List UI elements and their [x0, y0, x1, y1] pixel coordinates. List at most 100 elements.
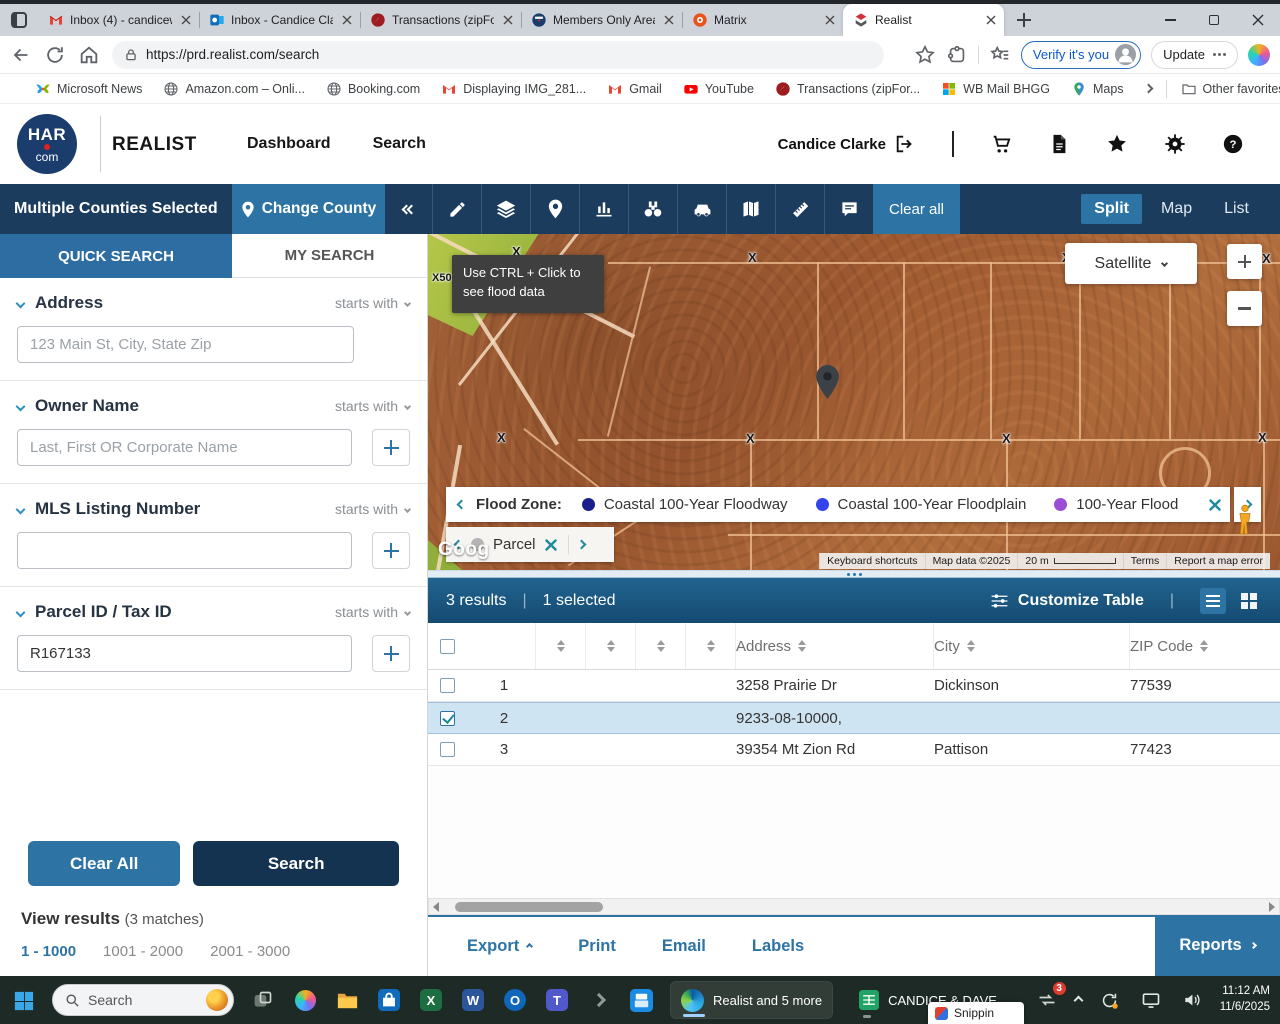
collapse-chevron-icon[interactable] — [15, 298, 26, 308]
chip-close-icon[interactable] — [544, 538, 557, 551]
bookmark-wbmail[interactable]: WB Mail BHGG — [941, 81, 1050, 97]
clear-all-button[interactable]: Clear All — [28, 841, 181, 886]
reports-doc-icon[interactable] — [1048, 133, 1070, 155]
start-button[interactable] — [10, 987, 36, 1013]
tab-close-icon[interactable] — [822, 13, 837, 28]
home-icon[interactable] — [78, 44, 100, 66]
drivetime-tool-button[interactable] — [677, 184, 726, 234]
legend-prev-icon[interactable] — [446, 499, 476, 510]
new-tab-button[interactable] — [1010, 6, 1038, 34]
add-parcel-button[interactable] — [372, 635, 410, 672]
report-map-error-link[interactable]: Report a map error — [1166, 553, 1270, 569]
close-button[interactable] — [1236, 4, 1280, 36]
copilot-taskbar-icon[interactable] — [292, 987, 318, 1013]
nav-dashboard[interactable]: Dashboard — [247, 135, 331, 153]
tab-close-icon[interactable] — [339, 13, 354, 28]
zipform-app-icon[interactable] — [628, 987, 654, 1013]
nav-search[interactable]: Search — [373, 135, 426, 153]
copilot-icon[interactable] — [1248, 43, 1270, 66]
browser-tab-zipform[interactable]: Transactions (zipFor — [360, 4, 521, 36]
grid-view-toggle[interactable] — [1236, 588, 1262, 614]
mls-number-input[interactable] — [17, 532, 353, 569]
sort-column[interactable] — [586, 623, 636, 669]
bookmark-img[interactable]: Displaying IMG_281... — [441, 81, 586, 97]
display-cast-icon[interactable] — [1138, 987, 1164, 1013]
bookmark-booking[interactable]: Booking.com — [326, 81, 420, 97]
favorites-bar-icon[interactable] — [989, 44, 1011, 66]
outlook-icon[interactable]: O — [502, 987, 528, 1013]
row-checkbox[interactable] — [440, 678, 455, 693]
add-owner-button[interactable] — [372, 429, 410, 466]
tab-workspaces-icon[interactable] — [6, 8, 32, 32]
comment-tool-button[interactable] — [824, 184, 873, 234]
favorite-star-icon[interactable] — [914, 44, 936, 66]
task-view-icon[interactable] — [250, 987, 276, 1013]
page-range-1[interactable]: 1 - 1000 — [21, 943, 76, 960]
draw-tool-button[interactable] — [432, 184, 481, 234]
har-logo[interactable]: HAR com — [17, 114, 77, 174]
list-view-toggle[interactable] — [1200, 587, 1226, 614]
restore-button[interactable] — [1192, 4, 1236, 36]
word-icon[interactable]: W — [460, 987, 486, 1013]
browser-tab-matrix[interactable]: Matrix — [682, 4, 843, 36]
tab-quick-search[interactable]: QUICK SEARCH — [0, 234, 232, 278]
change-county-button[interactable]: Change County — [232, 184, 385, 234]
search-highlight-icon[interactable] — [206, 989, 228, 1011]
layers-tool-button[interactable] — [481, 184, 530, 234]
settings-gear-icon[interactable] — [1164, 133, 1186, 155]
bookmarks-overflow-icon[interactable] — [1143, 83, 1153, 94]
address-input[interactable] — [17, 326, 354, 363]
bookmark-maps[interactable]: Maps — [1071, 81, 1124, 97]
owner-name-input[interactable] — [17, 429, 353, 466]
teams-icon[interactable]: T — [544, 987, 570, 1013]
view-map[interactable]: Map — [1148, 194, 1205, 224]
extensions-icon[interactable] — [946, 44, 968, 66]
collapse-chevron-icon[interactable] — [15, 401, 26, 411]
scroll-right-icon[interactable] — [1269, 901, 1275, 912]
column-city[interactable]: City — [934, 623, 1130, 669]
customize-table-button[interactable]: Customize Table — [990, 592, 1144, 610]
streetview-tool-button[interactable] — [628, 184, 677, 234]
browser-tab-realist-active[interactable]: Realist — [843, 4, 1004, 36]
tab-close-icon[interactable] — [983, 13, 998, 28]
horizontal-scrollbar[interactable] — [428, 898, 1280, 915]
logout-icon[interactable] — [894, 133, 916, 155]
taskbar-search[interactable]: Search — [52, 984, 234, 1016]
export-button[interactable]: Export — [467, 937, 534, 956]
column-address[interactable]: Address — [736, 623, 934, 669]
map-canvas[interactable]: X X X X X X X X X50 Use CTRL + Click to … — [428, 234, 1280, 570]
tab-close-icon[interactable] — [661, 13, 676, 28]
tab-close-icon[interactable] — [500, 13, 515, 28]
sync-icon[interactable] — [1097, 987, 1123, 1013]
property-marker-pin[interactable] — [816, 365, 839, 399]
scroll-left-icon[interactable] — [433, 901, 439, 912]
favorites-star-icon[interactable] — [1106, 133, 1128, 155]
pegman-icon[interactable] — [1236, 504, 1254, 536]
collapse-chevron-icon[interactable] — [15, 607, 26, 617]
collapse-chevron-icon[interactable] — [15, 504, 26, 514]
zoom-out-button[interactable] — [1227, 291, 1262, 326]
table-row-3[interactable]: 3 39354 Mt Zion Rd Pattison 77423 — [428, 734, 1280, 766]
taskbar-clock[interactable]: 11:12 AM 11/6/2025 — [1220, 984, 1270, 1015]
sort-column[interactable] — [636, 623, 686, 669]
scrollbar-thumb[interactable] — [455, 902, 603, 912]
tab-close-icon[interactable] — [178, 13, 193, 28]
browser-tab-members[interactable]: Members Only Area — [521, 4, 682, 36]
legend-close-icon[interactable] — [1200, 498, 1230, 511]
verify-profile-button[interactable]: Verify it's you — [1020, 40, 1142, 69]
table-row-1[interactable]: 1 3258 Prairie Dr Dickinson 77539 — [428, 670, 1280, 702]
operator-dropdown[interactable]: starts with — [335, 295, 412, 311]
page-range-2[interactable]: 1001 - 2000 — [103, 943, 183, 960]
row-checkbox-checked[interactable] — [440, 710, 455, 726]
view-list[interactable]: List — [1211, 194, 1262, 224]
email-button[interactable]: Email — [662, 937, 706, 956]
browser-tab-gmail[interactable]: Inbox (4) - candicew — [38, 4, 199, 36]
row-checkbox[interactable] — [440, 742, 455, 757]
operator-dropdown[interactable]: starts with — [335, 501, 412, 517]
snagit-icon[interactable] — [586, 987, 612, 1013]
select-all-checkbox[interactable] — [440, 638, 455, 654]
collapse-panel-button[interactable] — [385, 184, 432, 234]
chip-next-icon[interactable] — [576, 539, 586, 550]
address-bar[interactable]: https://prd.realist.com/search — [112, 40, 884, 69]
add-mls-button[interactable] — [372, 532, 410, 569]
